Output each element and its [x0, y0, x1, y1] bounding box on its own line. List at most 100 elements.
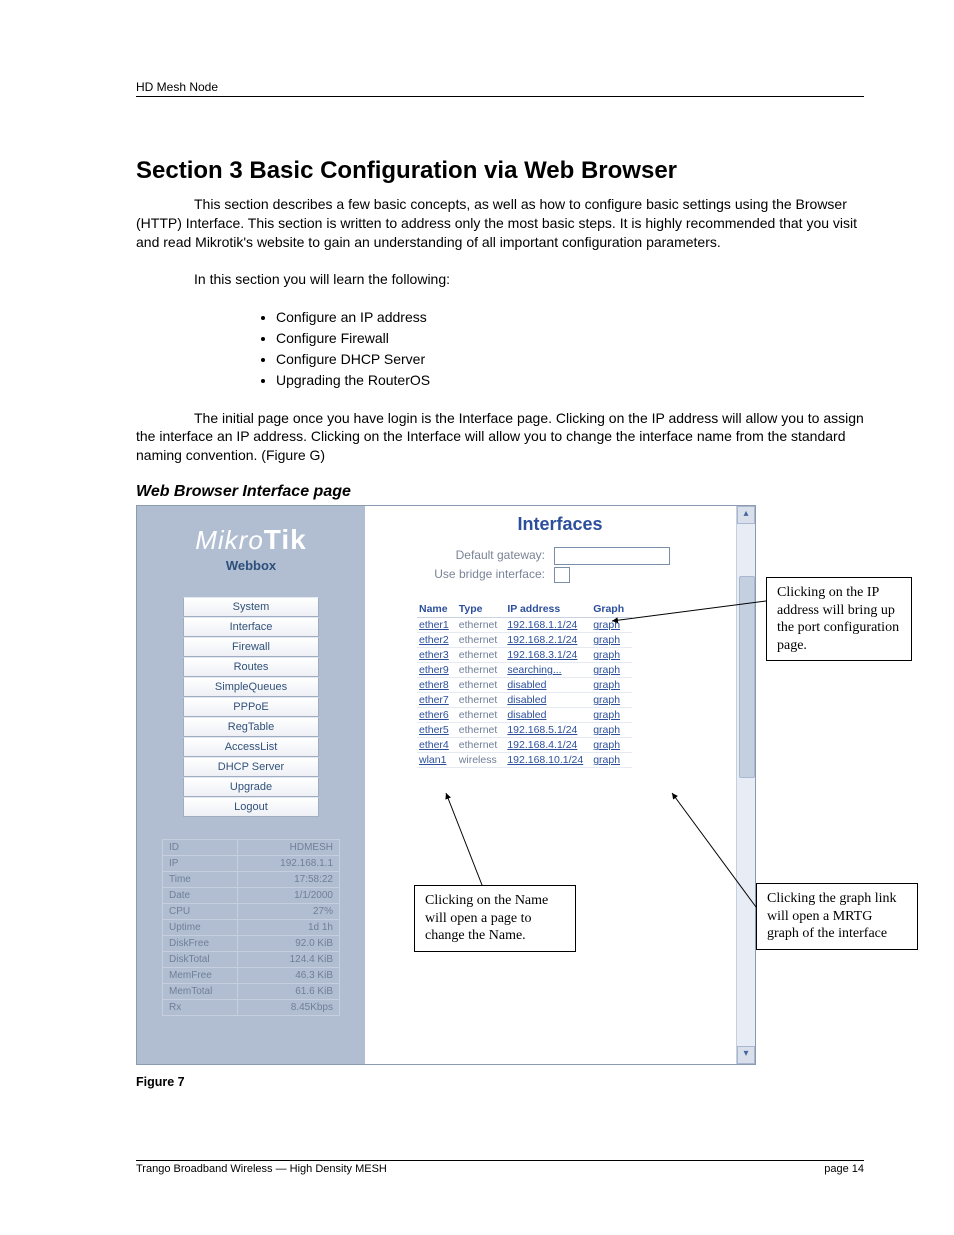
sidebar: MikroTik Webbox System Interface Firewal…: [137, 506, 365, 1064]
stats-value: 46.3 KiB: [238, 968, 340, 984]
logo-text: Mikro: [195, 525, 264, 555]
if-type: ethernet: [457, 633, 506, 648]
interface-paragraph: The initial page once you have login is …: [136, 409, 864, 466]
stats-row: IDHDMESH: [163, 840, 340, 856]
menu-firewall[interactable]: Firewall: [183, 637, 319, 657]
table-row: ether4ethernet192.168.4.1/24graph: [417, 738, 632, 753]
learn-intro: In this section you will learn the follo…: [194, 270, 864, 289]
footer-left: Trango Broadband Wireless — High Density…: [136, 1163, 387, 1175]
page-header: HD Mesh Node: [136, 80, 864, 97]
if-ip-link[interactable]: searching...: [505, 663, 591, 678]
gateway-row: Default gateway:: [377, 547, 743, 565]
menu-logout[interactable]: Logout: [183, 797, 319, 817]
menu-interface[interactable]: Interface: [183, 617, 319, 637]
table-row: ether9ethernetsearching...graph: [417, 663, 632, 678]
menu-routes[interactable]: Routes: [183, 657, 319, 677]
if-name-link[interactable]: ether6: [417, 708, 457, 723]
stats-value: 1d 1h: [238, 920, 340, 936]
callout-name: Clicking on the Name will open a page to…: [414, 885, 576, 952]
if-ip-link[interactable]: 192.168.5.1/24: [505, 723, 591, 738]
gateway-label: Default gateway:: [377, 548, 545, 562]
table-row: ether7ethernetdisabledgraph: [417, 693, 632, 708]
if-ip-link[interactable]: 192.168.1.1/24: [505, 618, 591, 633]
if-type: ethernet: [457, 663, 506, 678]
if-type: wireless: [457, 753, 506, 768]
if-graph-link[interactable]: graph: [591, 648, 632, 663]
if-graph-link[interactable]: graph: [591, 678, 632, 693]
gateway-input[interactable]: [554, 547, 670, 565]
scrollbar[interactable]: ▴ ▾: [736, 506, 755, 1064]
logo-subtext: Webbox: [137, 558, 365, 573]
if-ip-link[interactable]: 192.168.4.1/24: [505, 738, 591, 753]
th-ip: IP address: [505, 601, 591, 618]
if-ip-link[interactable]: disabled: [505, 708, 591, 723]
table-row: ether5ethernet192.168.5.1/24graph: [417, 723, 632, 738]
stats-table: IDHDMESHIP192.168.1.1Time17:58:22Date1/1…: [162, 839, 340, 1016]
stats-row: CPU27%: [163, 904, 340, 920]
menu-upgrade[interactable]: Upgrade: [183, 777, 319, 797]
menu-accesslist[interactable]: AccessList: [183, 737, 319, 757]
bridge-label: Use bridge interface:: [377, 567, 545, 581]
stats-key: CPU: [163, 904, 238, 920]
content-title: Interfaces: [377, 514, 743, 535]
bridge-row: Use bridge interface:: [377, 567, 743, 583]
if-name-link[interactable]: ether3: [417, 648, 457, 663]
if-graph-link[interactable]: graph: [591, 663, 632, 678]
if-graph-link[interactable]: graph: [591, 723, 632, 738]
list-item: Configure Firewall: [276, 328, 864, 349]
stats-key: Time: [163, 872, 238, 888]
table-row: ether8ethernetdisabledgraph: [417, 678, 632, 693]
menu-pppoe[interactable]: PPPoE: [183, 697, 319, 717]
if-name-link[interactable]: ether9: [417, 663, 457, 678]
if-graph-link[interactable]: graph: [591, 708, 632, 723]
scroll-up-icon[interactable]: ▴: [737, 506, 755, 524]
page-footer: Trango Broadband Wireless — High Density…: [136, 1160, 864, 1175]
menu-dhcp-server[interactable]: DHCP Server: [183, 757, 319, 777]
callout-ip-address: Clicking on the IP address will bring up…: [766, 577, 912, 661]
if-name-link[interactable]: ether2: [417, 633, 457, 648]
stats-key: Uptime: [163, 920, 238, 936]
menu-system[interactable]: System: [183, 597, 319, 617]
if-graph-link[interactable]: graph: [591, 753, 632, 768]
if-name-link[interactable]: ether5: [417, 723, 457, 738]
if-graph-link[interactable]: graph: [591, 618, 632, 633]
stats-value: 192.168.1.1: [238, 856, 340, 872]
stats-row: Time17:58:22: [163, 872, 340, 888]
stats-key: ID: [163, 840, 238, 856]
list-item: Configure an IP address: [276, 307, 864, 328]
stats-key: Date: [163, 888, 238, 904]
stats-value: HDMESH: [238, 840, 340, 856]
table-row: ether1ethernet192.168.1.1/24graph: [417, 618, 632, 633]
if-ip-link[interactable]: 192.168.2.1/24: [505, 633, 591, 648]
stats-key: IP: [163, 856, 238, 872]
menu-regtable[interactable]: RegTable: [183, 717, 319, 737]
table-row: ether3ethernet192.168.3.1/24graph: [417, 648, 632, 663]
if-name-link[interactable]: ether8: [417, 678, 457, 693]
learn-list: Configure an IP address Configure Firewa…: [256, 307, 864, 391]
if-ip-link[interactable]: 192.168.3.1/24: [505, 648, 591, 663]
if-name-link[interactable]: ether4: [417, 738, 457, 753]
stats-row: Rx8.45Kbps: [163, 1000, 340, 1016]
stats-row: Uptime1d 1h: [163, 920, 340, 936]
if-graph-link[interactable]: graph: [591, 633, 632, 648]
stats-value: 17:58:22: [238, 872, 340, 888]
if-name-link[interactable]: ether1: [417, 618, 457, 633]
if-ip-link[interactable]: disabled: [505, 678, 591, 693]
scroll-down-icon[interactable]: ▾: [737, 1046, 755, 1064]
stats-row: MemTotal61.6 KiB: [163, 984, 340, 1000]
bridge-checkbox[interactable]: [554, 567, 570, 583]
scroll-thumb[interactable]: [739, 576, 755, 778]
callout-graph: Clicking the graph link will open a MRTG…: [756, 883, 918, 950]
stats-key: DiskFree: [163, 936, 238, 952]
if-ip-link[interactable]: disabled: [505, 693, 591, 708]
if-ip-link[interactable]: 192.168.10.1/24: [505, 753, 591, 768]
if-name-link[interactable]: ether7: [417, 693, 457, 708]
if-type: ethernet: [457, 648, 506, 663]
stats-row: DiskTotal124.4 KiB: [163, 952, 340, 968]
if-graph-link[interactable]: graph: [591, 738, 632, 753]
footer-right: page 14: [824, 1163, 864, 1175]
menu-simplequeues[interactable]: SimpleQueues: [183, 677, 319, 697]
if-graph-link[interactable]: graph: [591, 693, 632, 708]
list-item: Upgrading the RouterOS: [276, 370, 864, 391]
if-name-link[interactable]: wlan1: [417, 753, 457, 768]
